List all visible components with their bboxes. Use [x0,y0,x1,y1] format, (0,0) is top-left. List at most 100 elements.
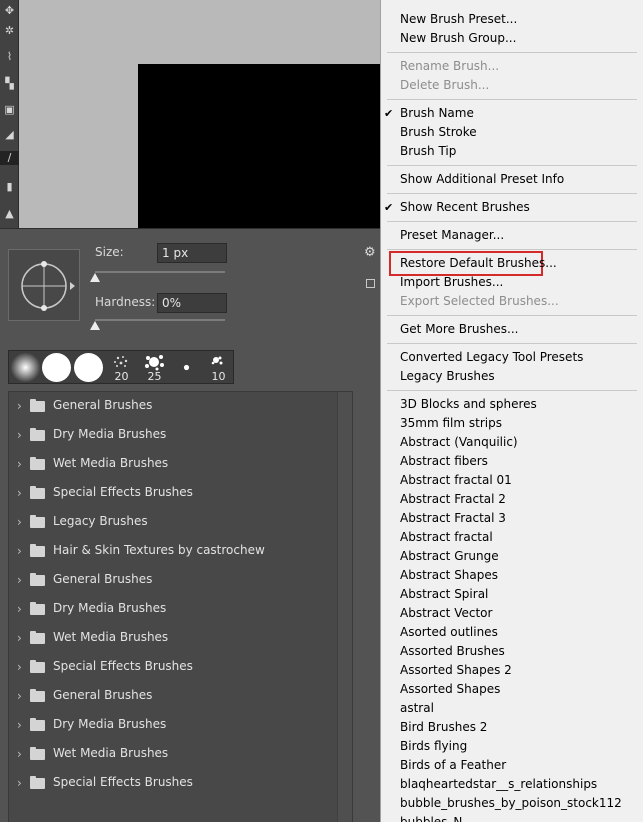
menu-item-new-brush-group[interactable]: New Brush Group... [400,29,516,48]
brush-group-row[interactable]: › Hair & Skin Textures by castrochew [9,537,339,566]
chevron-right-icon[interactable]: › [17,660,22,674]
chevron-right-icon[interactable]: › [17,573,22,587]
recent-brush-1[interactable] [10,352,41,383]
chevron-right-icon[interactable]: › [17,718,22,732]
menu-item-abstract-fibers[interactable]: Abstract fibers [400,452,488,471]
recent-brush-7[interactable]: 10 [203,352,234,383]
recent-brush-3[interactable] [73,352,104,383]
menu-item-abstract-vanquilic[interactable]: Abstract (Vanquilic) [400,433,518,452]
brush-group-row[interactable]: › Wet Media Brushes [9,624,339,653]
chevron-right-icon[interactable]: › [17,399,22,413]
brush-group-row[interactable]: › Dry Media Brushes [9,421,339,450]
menu-item-assorted-shapes-2[interactable]: Assorted Shapes 2 [400,661,512,680]
menu-item-35mm-film-strips[interactable]: 35mm film strips [400,414,502,433]
brush-group-row[interactable]: › General Brushes [9,392,339,421]
menu-item-show-additional-preset-info[interactable]: Show Additional Preset Info [400,170,564,189]
gradient-icon[interactable]: ▮ [3,180,16,194]
brush-group-row[interactable]: › Dry Media Brushes [9,595,339,624]
brush-group-name: Special Effects Brushes [53,775,193,789]
hardness-slider-thumb[interactable] [90,321,100,330]
menu-item-show-recent-brushes[interactable]: Show Recent Brushes [400,198,530,217]
menu-item-brush-stroke[interactable]: Brush Stroke [400,123,477,142]
chevron-right-icon[interactable]: › [17,457,22,471]
menu-item-abstract-grunge[interactable]: Abstract Grunge [400,547,499,566]
chevron-right-icon[interactable]: › [17,544,22,558]
brush-group-row[interactable]: › Legacy Brushes [9,508,339,537]
menu-item-astral[interactable]: astral [400,699,434,718]
new-preset-icon[interactable] [366,279,375,288]
menu-item-preset-manager[interactable]: Preset Manager... [400,226,504,245]
chevron-right-icon[interactable]: › [17,631,22,645]
menu-item-assorted-shapes[interactable]: Assorted Shapes [400,680,500,699]
brush-group-row[interactable]: › Special Effects Brushes [9,769,339,798]
chevron-right-icon[interactable]: › [17,776,22,790]
menu-item-3d-blocks-and-spheres[interactable]: 3D Blocks and spheres [400,395,537,414]
menu-item-abstract-fractal-3[interactable]: Abstract Fractal 3 [400,509,506,528]
menu-item-bubble-brushes-by-poison-stock112[interactable]: bubble_brushes_by_poison_stock112 [400,794,622,813]
recent-brush-5[interactable]: 25 [139,352,170,383]
menu-item-abstract-shapes[interactable]: Abstract Shapes [400,566,498,585]
eraser-icon[interactable]: ◢ [3,128,16,142]
brush-group-row[interactable]: › Special Effects Brushes [9,479,339,508]
menu-item-abstract-spiral[interactable]: Abstract Spiral [400,585,488,604]
menu-item-abstract-vector[interactable]: Abstract Vector [400,604,492,623]
magic-wand-icon[interactable]: ✲ [3,24,16,38]
document-canvas[interactable] [138,64,381,228]
menu-item-assorted-brushes[interactable]: Assorted Brushes [400,642,505,661]
menu-item-bubbles-n[interactable]: bubbles_N [400,813,462,822]
menu-item-new-brush-preset[interactable]: New Brush Preset... [400,10,517,29]
healing-icon[interactable]: ▚ [3,77,16,91]
menu-item-brush-name[interactable]: Brush Name [400,104,474,123]
brush-preset-picker: Size: 1 px Hardness: 0% ⚙ 20 25 10 › Genera… [0,228,381,822]
menu-item-brush-tip[interactable]: Brush Tip [400,142,456,161]
soft-round-brush-icon [10,352,41,383]
menu-item-import-brushes[interactable]: Import Brushes... [400,273,503,292]
menu-item-abstract-fractal-01[interactable]: Abstract fractal 01 [400,471,512,490]
menu-item-get-more-brushes[interactable]: Get More Brushes... [400,320,518,339]
recent-brush-6[interactable] [171,352,202,383]
pen-icon[interactable]: ▲ [3,207,16,221]
size-input[interactable]: 1 px [157,243,227,263]
menu-item-legacy-brushes[interactable]: Legacy Brushes [400,367,495,386]
gear-icon[interactable]: ⚙ [364,245,376,260]
menu-item-converted-legacy-tool-presets[interactable]: Converted Legacy Tool Presets [400,348,583,367]
chevron-right-icon[interactable]: › [17,428,22,442]
chevron-right-icon[interactable]: › [17,486,22,500]
size-slider-thumb[interactable] [90,273,100,282]
menu-item-asorted-outlines[interactable]: Asorted outlines [400,623,498,642]
brush-tip-preview[interactable] [8,249,80,321]
recent-brush-2[interactable] [41,352,72,383]
eyedropper-icon[interactable]: ⌇ [3,50,16,64]
menu-item-blaqheartedstar-s-relationships[interactable]: blaqheartedstar__s_relationships [400,775,597,794]
recent-brush-4[interactable]: 20 [106,352,137,383]
chevron-right-icon[interactable]: › [17,689,22,703]
menu-item-restore-default-brushes[interactable]: Restore Default Brushes... [400,254,557,273]
brush-group-row[interactable]: › General Brushes [9,566,339,595]
menu-separator [387,193,637,194]
brush-icon[interactable]: ∕ [0,151,19,165]
brush-group-row[interactable]: › Wet Media Brushes [9,450,339,479]
chevron-right-icon[interactable]: › [17,747,22,761]
brush-group-row[interactable]: › Wet Media Brushes [9,740,339,769]
folder-icon [30,718,45,731]
menu-item-birds-flying[interactable]: Birds flying [400,737,467,756]
chevron-right-icon[interactable]: › [17,602,22,616]
recent-brush-size: 10 [211,370,226,383]
brush-group-row[interactable]: › General Brushes [9,682,339,711]
hardness-input[interactable]: 0% [157,293,227,313]
menu-item-bird-brushes-2[interactable]: Bird Brushes 2 [400,718,487,737]
brush-group-row[interactable]: › Special Effects Brushes [9,653,339,682]
chevron-right-icon[interactable]: › [17,515,22,529]
move-icon[interactable]: ✥ [3,4,16,18]
list-scrollbar[interactable] [337,392,352,822]
hardness-label: Hardness: [95,295,156,309]
hardness-slider-track[interactable] [95,319,225,321]
brush-group-row[interactable]: › Dry Media Brushes [9,711,339,740]
canvas-area[interactable] [19,0,381,228]
stamp-icon[interactable]: ▣ [3,103,16,117]
menu-item-abstract-fractal-2[interactable]: Abstract Fractal 2 [400,490,506,509]
size-slider-track[interactable] [95,271,225,273]
brush-angle-icon [21,261,75,311]
menu-item-birds-of-a-feather[interactable]: Birds of a Feather [400,756,506,775]
menu-item-abstract-fractal[interactable]: Abstract fractal [400,528,493,547]
